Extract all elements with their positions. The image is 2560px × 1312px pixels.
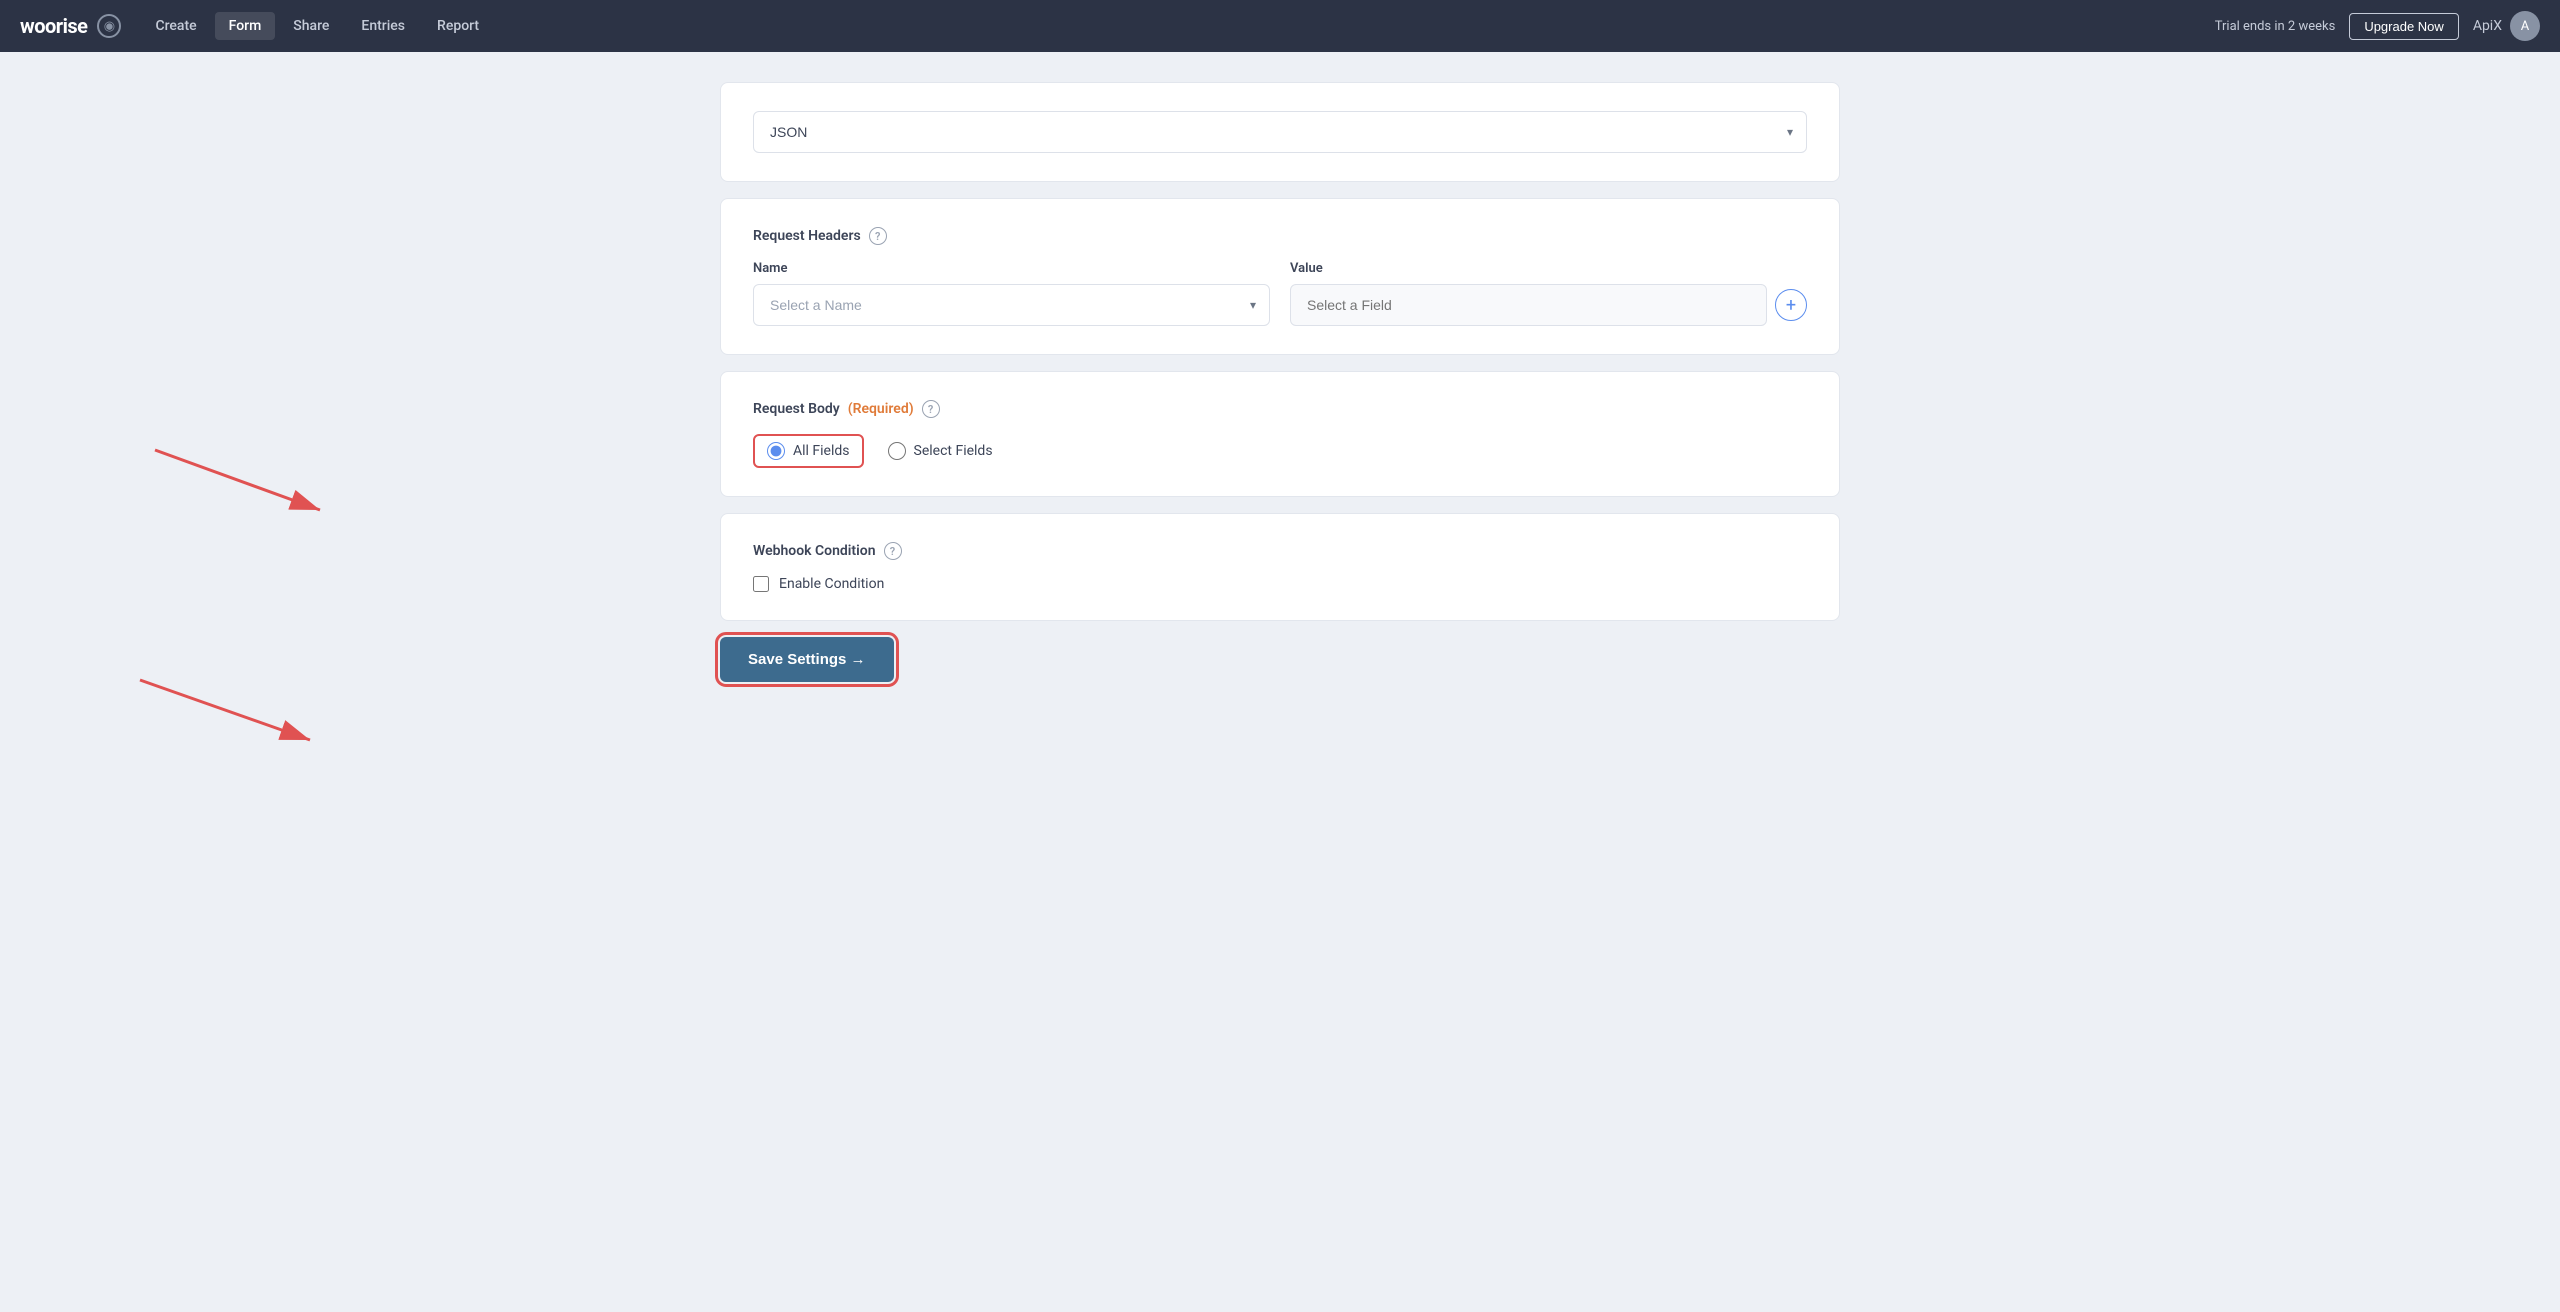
nav-create[interactable]: Create [141, 12, 210, 40]
value-input[interactable] [1290, 284, 1767, 326]
trial-text: Trial ends in 2 weeks [2215, 19, 2336, 34]
nav-menu: Create Form Share Entries Report [141, 12, 2214, 40]
save-settings-area: Save Settings → [720, 637, 1840, 682]
navbar: woorise ◉ Create Form Share Entries Repo… [0, 0, 2560, 52]
request-headers-card: Request Headers ? Name Select a Name ▾ V… [720, 198, 1840, 355]
avatar: A [2510, 11, 2540, 41]
save-settings-button[interactable]: Save Settings → [720, 637, 894, 682]
name-select[interactable]: Select a Name [753, 284, 1270, 326]
value-label: Value [1290, 261, 1807, 276]
webhook-condition-card: Webhook Condition ? Enable Condition [720, 513, 1840, 621]
json-select[interactable]: JSON [753, 111, 1807, 153]
logo-text: woorise [20, 14, 87, 38]
user-area[interactable]: ApiX A [2473, 11, 2540, 41]
request-body-title: Request Body (Required) ? [753, 400, 1807, 418]
value-field-wrapper: + [1290, 284, 1807, 326]
request-headers-title: Request Headers ? [753, 227, 1807, 245]
condition-help-icon[interactable]: ? [884, 542, 902, 560]
globe-icon[interactable]: ◉ [97, 14, 121, 38]
name-column: Name Select a Name ▾ [753, 261, 1270, 326]
select-fields-option[interactable]: Select Fields [888, 442, 993, 460]
value-column: Value + [1290, 261, 1807, 326]
brand: woorise ◉ [20, 14, 121, 38]
upgrade-button[interactable]: Upgrade Now [2349, 13, 2459, 40]
nav-form[interactable]: Form [215, 12, 276, 40]
request-body-card: Request Body (Required) ? All Fields Sel… [720, 371, 1840, 497]
nav-entries[interactable]: Entries [347, 12, 419, 40]
nav-share[interactable]: Share [279, 12, 343, 40]
nav-report[interactable]: Report [423, 12, 493, 40]
enable-condition-checkbox[interactable] [753, 576, 769, 592]
all-fields-option[interactable]: All Fields [753, 434, 864, 468]
username: ApiX [2473, 18, 2502, 34]
body-help-icon[interactable]: ? [922, 400, 940, 418]
main-content: JSON ▾ Request Headers ? Name Select a N… [680, 52, 1880, 712]
required-badge: (Required) [848, 401, 914, 417]
enable-condition-option[interactable]: Enable Condition [753, 576, 1807, 592]
name-select-wrapper: Select a Name ▾ [753, 284, 1270, 326]
add-field-button[interactable]: + [1775, 289, 1807, 321]
headers-grid: Name Select a Name ▾ Value + [753, 261, 1807, 326]
radio-group: All Fields Select Fields [753, 434, 1807, 468]
json-select-wrapper: JSON ▾ [753, 111, 1807, 153]
all-fields-radio[interactable] [767, 442, 785, 460]
headers-help-icon[interactable]: ? [869, 227, 887, 245]
json-card: JSON ▾ [720, 82, 1840, 182]
name-label: Name [753, 261, 1270, 276]
webhook-condition-title: Webhook Condition ? [753, 542, 1807, 560]
select-fields-radio[interactable] [888, 442, 906, 460]
navbar-right: Trial ends in 2 weeks Upgrade Now ApiX A [2215, 11, 2540, 41]
